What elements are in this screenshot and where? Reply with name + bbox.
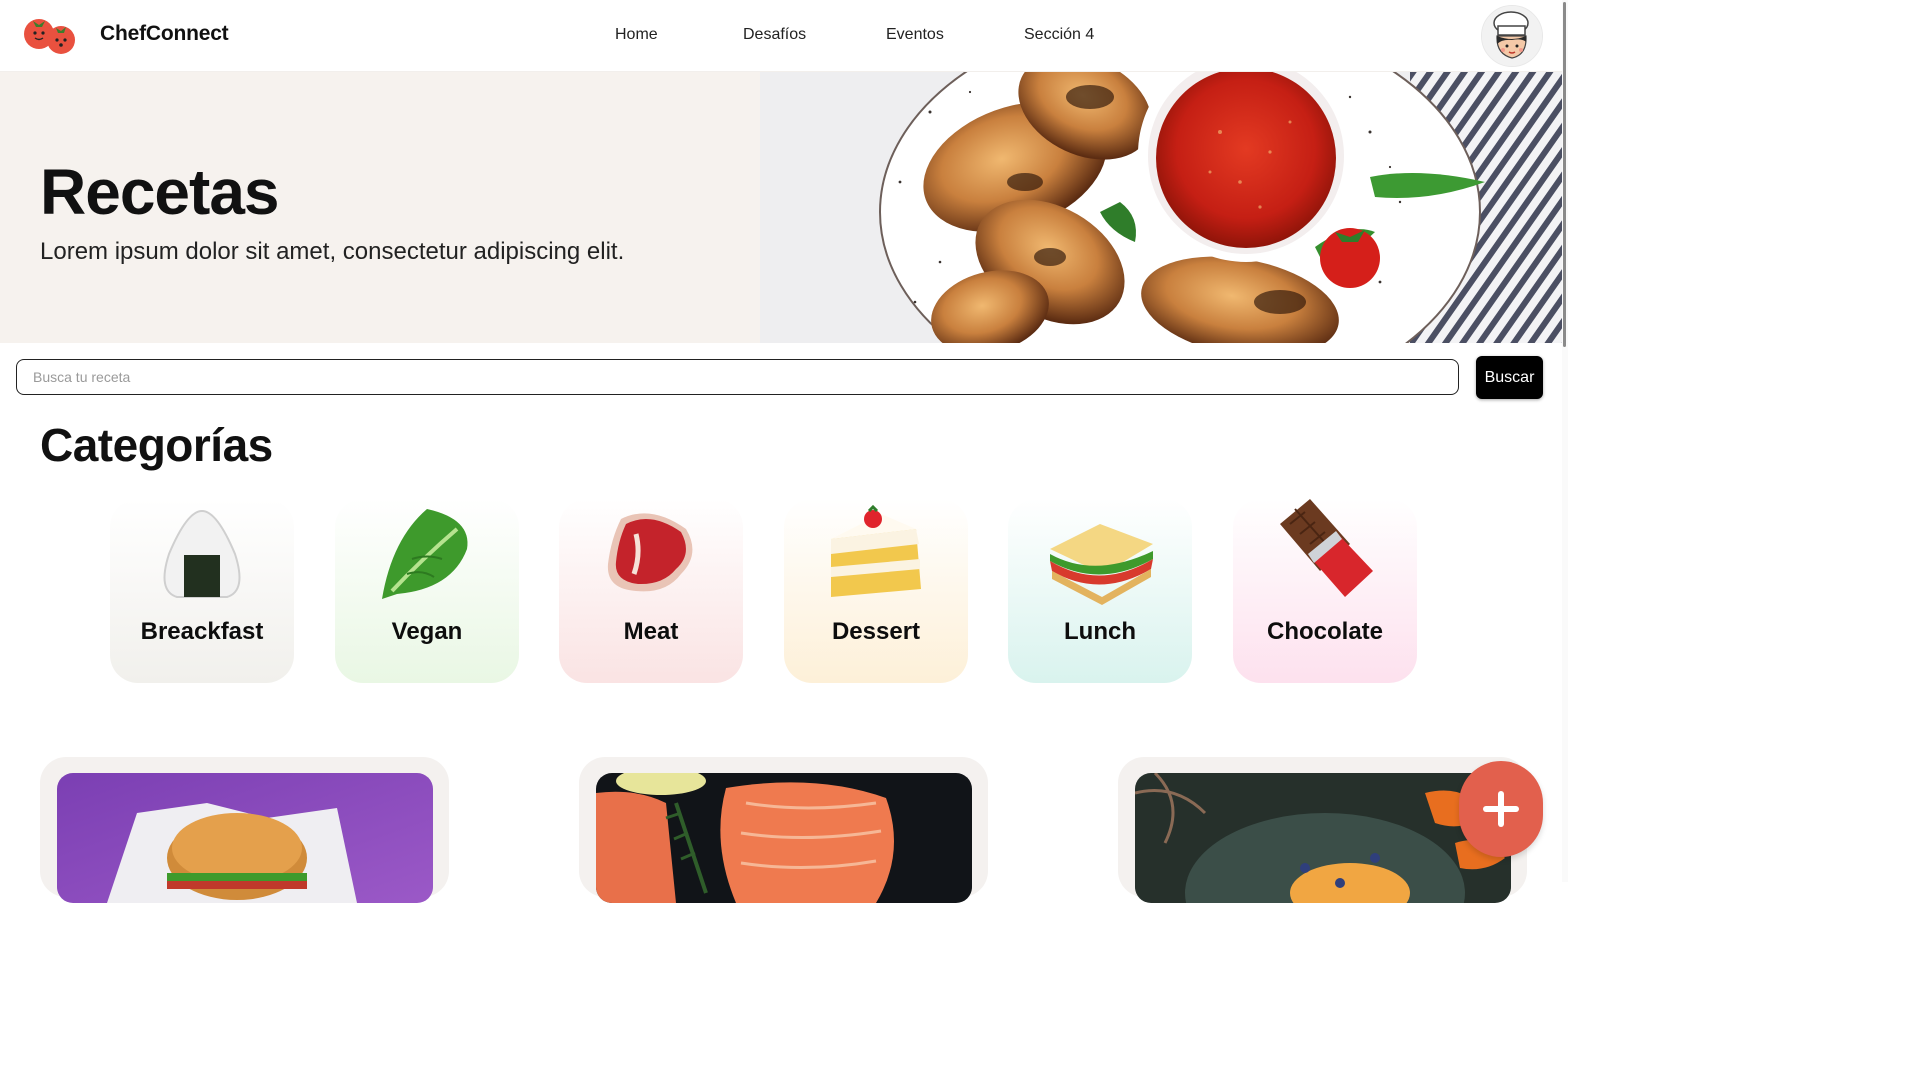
hero-banner: Recetas Lorem ipsum dolor sit amet, cons… bbox=[0, 72, 1562, 343]
brand-name[interactable]: ChefConnect bbox=[100, 22, 229, 46]
leafy-green-icon bbox=[382, 509, 468, 599]
category-label: Lunch bbox=[1064, 618, 1136, 645]
tomato-logo-icon[interactable] bbox=[22, 12, 78, 56]
category-label: Meat bbox=[623, 618, 679, 645]
chocolate-bar-icon bbox=[1280, 499, 1373, 597]
onigiri-icon bbox=[163, 509, 241, 598]
category-lunch[interactable]: Lunch bbox=[1008, 499, 1192, 683]
recipe-card-burger[interactable] bbox=[40, 757, 449, 903]
recipe-card-salmon[interactable] bbox=[579, 757, 988, 903]
steak-icon bbox=[607, 513, 693, 592]
category-chocolate[interactable]: Chocolate bbox=[1233, 499, 1417, 683]
salmon-photo bbox=[596, 773, 972, 903]
nav-link-desafios[interactable]: Desafíos bbox=[743, 26, 806, 44]
burger-photo bbox=[57, 773, 433, 903]
category-label: Breackfast bbox=[140, 618, 264, 645]
search-button[interactable]: Buscar bbox=[1476, 356, 1543, 399]
cake-slice-icon bbox=[831, 504, 921, 597]
sandwich-icon bbox=[1050, 524, 1153, 605]
hero-title: Recetas bbox=[40, 156, 279, 228]
hero-subtitle: Lorem ipsum dolor sit amet, consectetur … bbox=[40, 238, 625, 265]
category-meat[interactable]: Meat bbox=[559, 499, 743, 683]
chef-avatar-icon bbox=[1482, 6, 1542, 66]
nav-link-eventos[interactable]: Eventos bbox=[886, 26, 944, 44]
category-dessert[interactable]: Dessert bbox=[784, 499, 968, 683]
category-label: Chocolate bbox=[1266, 618, 1383, 645]
pancake-photo bbox=[1135, 773, 1511, 903]
nav-link-seccion-4[interactable]: Sección 4 bbox=[1024, 26, 1094, 44]
add-recipe-button[interactable] bbox=[1459, 761, 1543, 857]
grilled-chicken-wings-photo bbox=[760, 72, 1562, 343]
category-vegan[interactable]: Vegan bbox=[335, 499, 519, 683]
user-avatar[interactable] bbox=[1481, 5, 1543, 67]
categories-title: Categorías bbox=[40, 419, 273, 471]
search-input[interactable] bbox=[16, 359, 1459, 395]
category-breakfast[interactable]: Breackfast bbox=[110, 499, 294, 683]
nav-link-home[interactable]: Home bbox=[615, 26, 658, 44]
category-label: Vegan bbox=[391, 618, 463, 645]
top-navbar: ChefConnect Home Desafíos Eventos Secció… bbox=[0, 0, 1568, 72]
scrollbar-thumb[interactable] bbox=[1563, 2, 1566, 347]
plus-icon bbox=[1483, 791, 1519, 827]
category-label: Dessert bbox=[831, 618, 921, 645]
